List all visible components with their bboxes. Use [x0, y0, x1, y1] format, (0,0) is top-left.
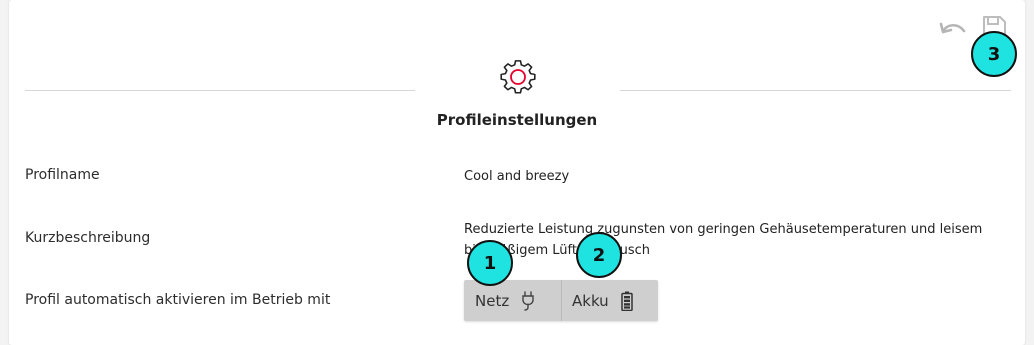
battery-icon: [620, 291, 633, 311]
power-source-toggle: Netz Akku: [464, 280, 658, 321]
gear-icon: [500, 60, 536, 94]
annotation-badge-1: 1: [467, 240, 513, 286]
annotation-badge-2: 2: [576, 232, 622, 278]
battery-power-option[interactable]: Akku: [561, 280, 658, 321]
profile-name-label: Profilname: [25, 167, 100, 183]
header-divider-left: [25, 90, 415, 91]
header-divider-right: [620, 90, 1011, 91]
short-description-label: Kurzbeschreibung: [25, 230, 151, 246]
mains-power-option[interactable]: Netz: [464, 280, 561, 321]
power-plug-icon: [522, 290, 534, 311]
section-title: Profileinstellungen: [436, 111, 598, 129]
mains-power-label: Netz: [475, 291, 510, 310]
undo-button[interactable]: [938, 18, 968, 42]
auto-activate-label: Profil automatisch aktivieren im Betrieb…: [25, 292, 331, 308]
profile-name-value[interactable]: Cool and breezy: [464, 169, 569, 184]
battery-power-label: Akku: [572, 291, 609, 310]
annotation-badge-3: 3: [971, 31, 1017, 77]
short-description-value[interactable]: Reduzierte Leistung zugunsten von gering…: [464, 219, 984, 261]
undo-icon: [939, 22, 966, 34]
